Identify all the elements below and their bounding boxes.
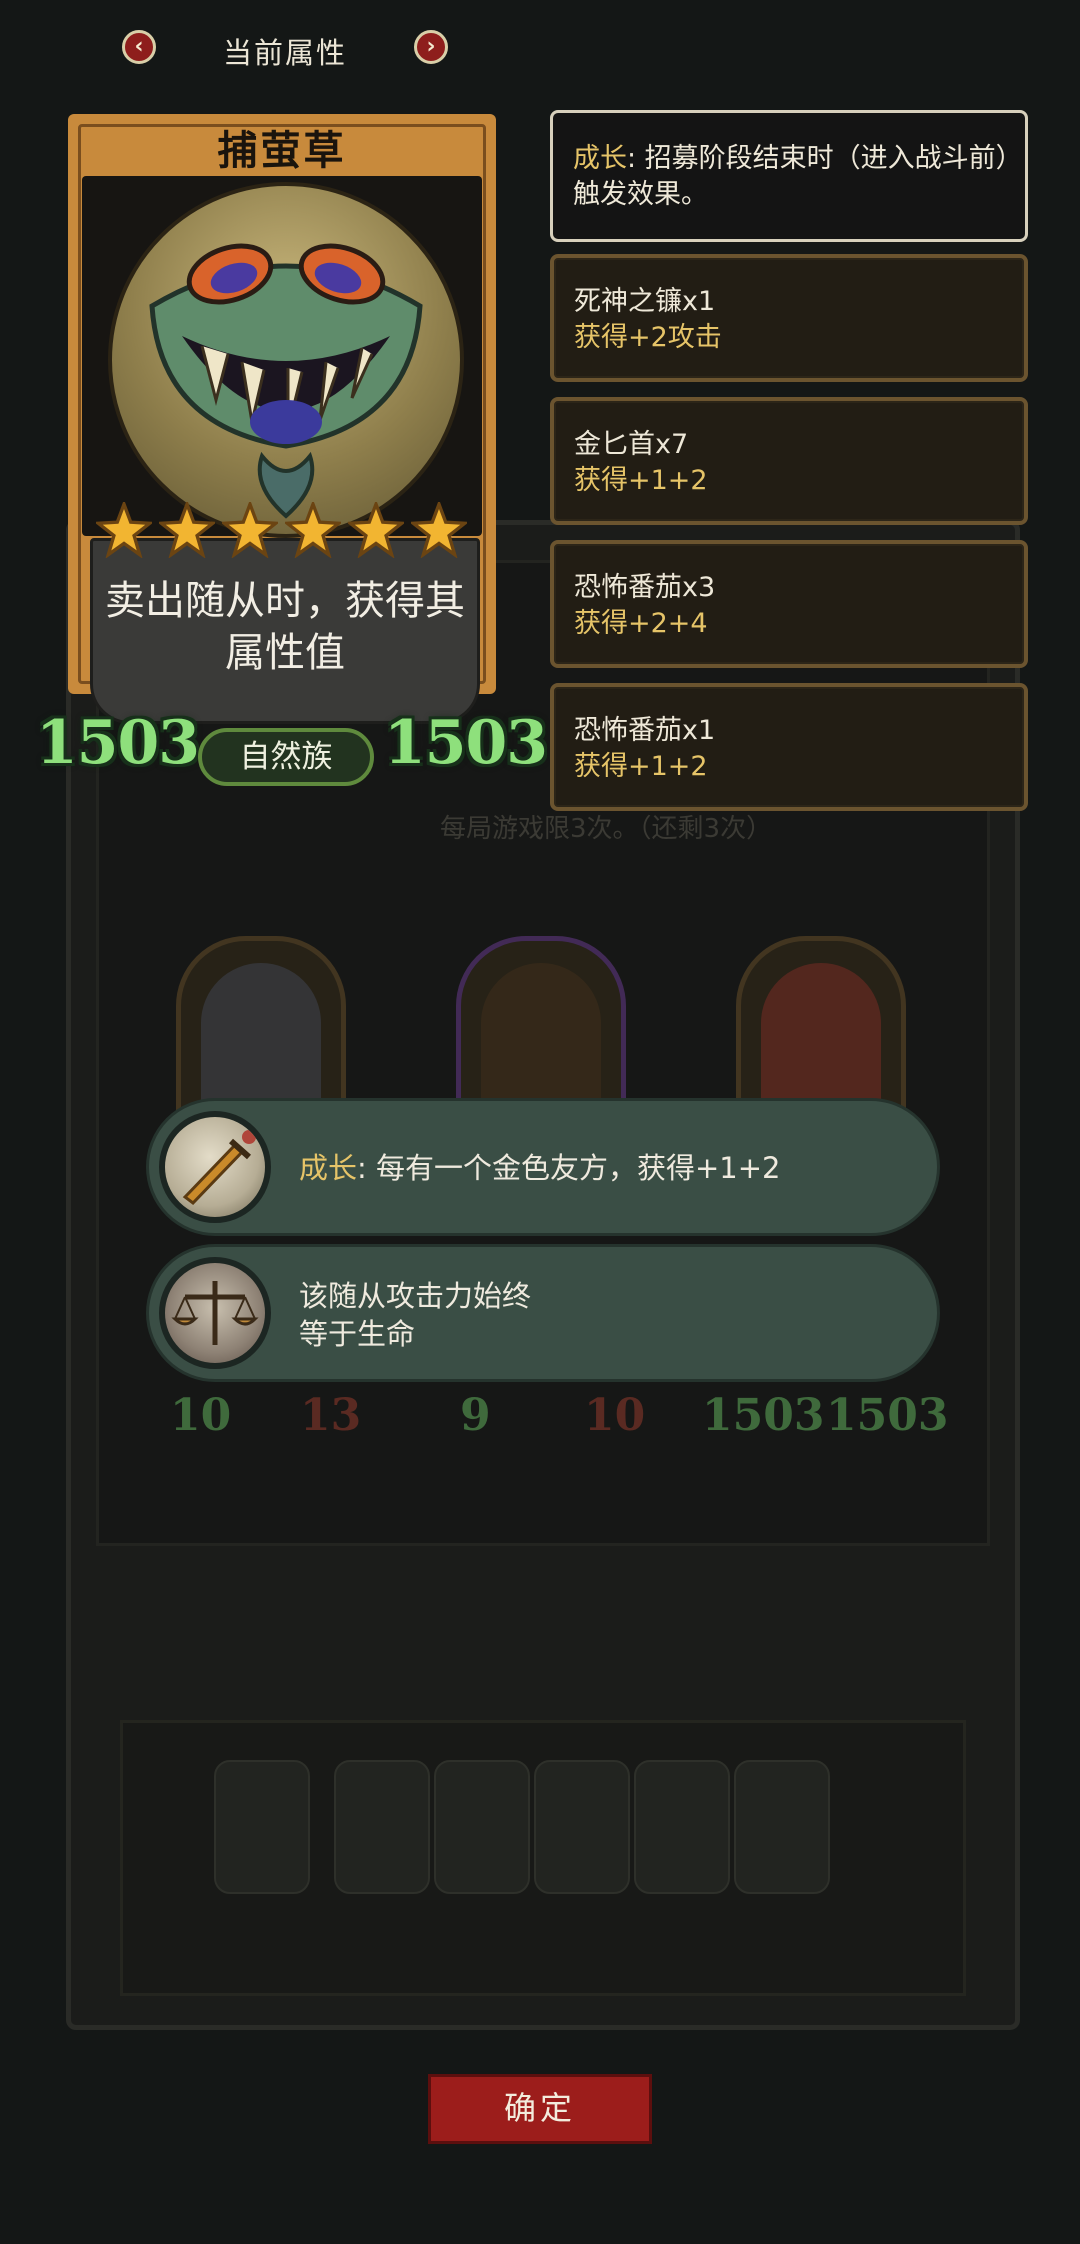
confirm-button[interactable]: 确定: [428, 2074, 652, 2144]
minion-health: 1503: [384, 708, 548, 778]
page-title: 当前属性: [222, 36, 347, 70]
effect-source: 恐怖番茄x3: [574, 572, 716, 603]
plant-monster-icon: [149, 243, 423, 519]
minion-attack: 1503: [36, 708, 200, 778]
effect-source: 金匕首x7: [574, 429, 689, 460]
star-icon: [411, 502, 467, 558]
tribe-badge: 自然族: [198, 728, 374, 786]
lineup-attack-3: 1503: [702, 1390, 825, 1441]
shop-slot-6[interactable]: [734, 1760, 830, 1894]
prev-arrow-button[interactable]: ‹: [122, 30, 156, 64]
shop-slot-5[interactable]: [634, 1760, 730, 1894]
tooltip-text: : 每有一个金色友方，获得+1+2: [357, 1151, 781, 1185]
minion-portrait: [108, 182, 464, 538]
star-icon: [222, 502, 278, 558]
tooltip-text: 该随从攻击力始终等于生命: [299, 1279, 532, 1351]
lineup-health-3: 1503: [826, 1390, 949, 1441]
chevron-left-icon: ‹: [134, 34, 144, 59]
tooltip-attack-equals-health: 该随从攻击力始终等于生命: [146, 1244, 940, 1382]
effect-bonus: 获得+1+2: [574, 465, 708, 496]
tooltip-keyword: 成长: [299, 1151, 358, 1185]
growth-rule-text: : 招募阶段结束时（进入战斗前）触发效果。: [573, 143, 1010, 210]
dagger-icon: [159, 1111, 271, 1223]
shop-slot-1[interactable]: [214, 1760, 310, 1894]
minion-name: 捕萤草: [217, 128, 347, 174]
effect-bonus: 获得+2攻击: [574, 322, 722, 353]
next-arrow-button[interactable]: ›: [414, 30, 448, 64]
effect-bonus: 获得+1+2: [574, 751, 708, 782]
star-icon: [285, 502, 341, 558]
shop-slot-3[interactable]: [434, 1760, 530, 1894]
background-uses-text: 每局游戏限3次。（还剩3次）: [440, 814, 773, 844]
effect-source: 恐怖番茄x1: [574, 715, 716, 746]
growth-keyword: 成长: [573, 143, 627, 174]
effect-item-1: 死神之镰x1 获得+2攻击: [550, 254, 1028, 382]
chevron-right-icon: ›: [426, 34, 436, 59]
lineup-health-2: 10: [584, 1390, 646, 1441]
effect-bonus: 获得+2+4: [574, 608, 708, 639]
lineup-health-1: 13: [300, 1390, 362, 1441]
effect-source: 死神之镰x1: [574, 286, 716, 317]
lineup-attack-1: 10: [170, 1390, 232, 1441]
minion-description: 卖出随从时，获得其属性值: [105, 578, 465, 676]
effect-item-3: 恐怖番茄x3 获得+2+4: [550, 540, 1028, 668]
scale-icon: [159, 1257, 271, 1369]
tooltip-growth: 成长: 每有一个金色友方，获得+1+2: [146, 1098, 940, 1236]
effect-item-2: 金匕首x7 获得+1+2: [550, 397, 1028, 525]
star-icon: [159, 502, 215, 558]
growth-info-box: 成长: 招募阶段结束时（进入战斗前）触发效果。: [550, 110, 1028, 242]
effect-item-4: 恐怖番茄x1 获得+1+2: [550, 683, 1028, 811]
shop-slot-4[interactable]: [534, 1760, 630, 1894]
shop-slot-2[interactable]: [334, 1760, 430, 1894]
lineup-attack-2: 9: [460, 1390, 491, 1441]
star-rating: [96, 502, 476, 562]
star-icon: [96, 502, 152, 558]
star-icon: [348, 502, 404, 558]
